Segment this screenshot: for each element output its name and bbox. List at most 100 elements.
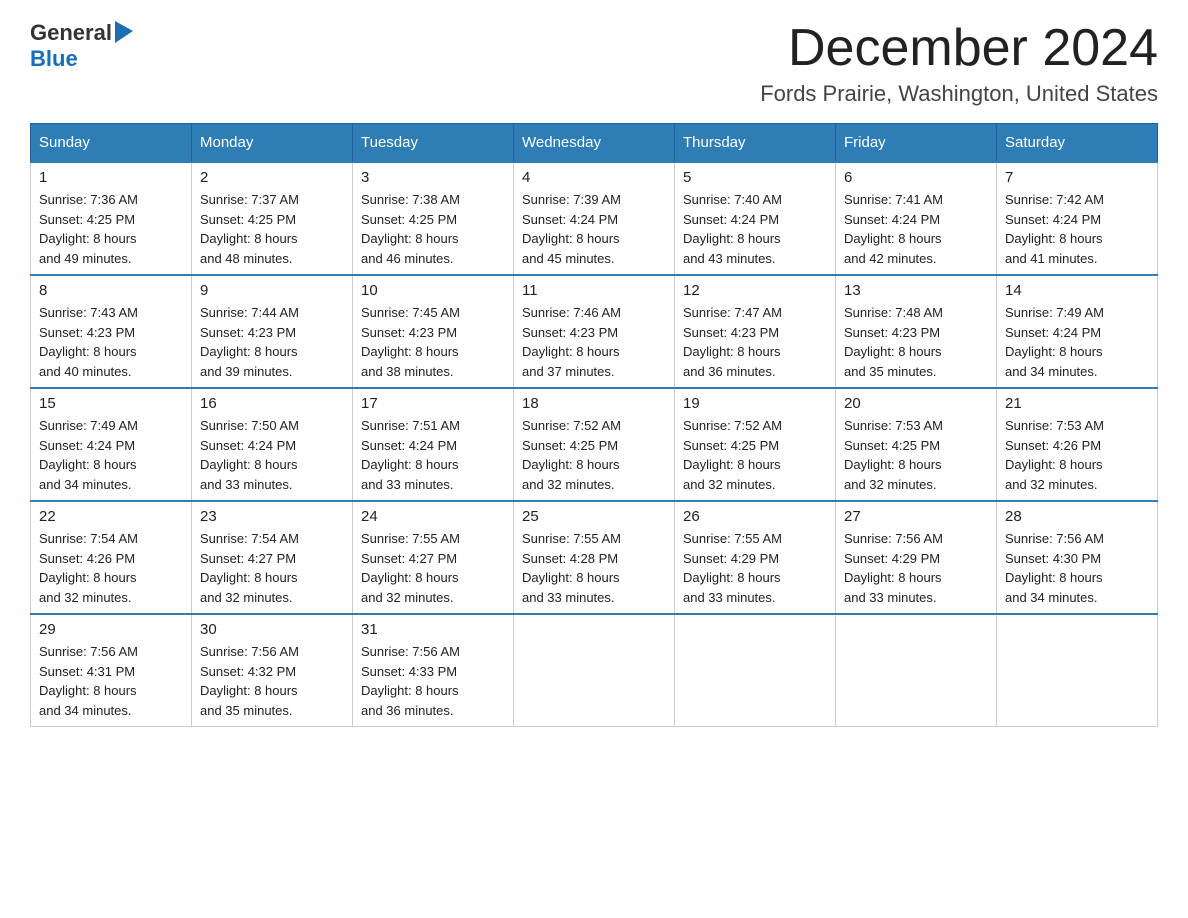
day-info: Sunrise: 7:39 AM Sunset: 4:24 PM Dayligh… — [522, 190, 666, 268]
day-info: Sunrise: 7:56 AM Sunset: 4:32 PM Dayligh… — [200, 642, 344, 720]
day-info: Sunrise: 7:42 AM Sunset: 4:24 PM Dayligh… — [1005, 190, 1149, 268]
calendar-cell: 11 Sunrise: 7:46 AM Sunset: 4:23 PM Dayl… — [514, 275, 675, 388]
weekday-header-friday: Friday — [836, 124, 997, 163]
calendar-cell: 9 Sunrise: 7:44 AM Sunset: 4:23 PM Dayli… — [192, 275, 353, 388]
calendar-cell: 21 Sunrise: 7:53 AM Sunset: 4:26 PM Dayl… — [997, 388, 1158, 501]
day-info: Sunrise: 7:51 AM Sunset: 4:24 PM Dayligh… — [361, 416, 505, 494]
day-number: 24 — [361, 508, 505, 525]
day-info: Sunrise: 7:38 AM Sunset: 4:25 PM Dayligh… — [361, 190, 505, 268]
calendar-cell: 23 Sunrise: 7:54 AM Sunset: 4:27 PM Dayl… — [192, 501, 353, 614]
day-number: 30 — [200, 621, 344, 638]
day-number: 21 — [1005, 395, 1149, 412]
title-area: December 2024 Fords Prairie, Washington,… — [760, 20, 1158, 107]
weekday-header-tuesday: Tuesday — [353, 124, 514, 163]
day-info: Sunrise: 7:52 AM Sunset: 4:25 PM Dayligh… — [683, 416, 827, 494]
calendar-cell: 19 Sunrise: 7:52 AM Sunset: 4:25 PM Dayl… — [675, 388, 836, 501]
day-number: 5 — [683, 169, 827, 186]
week-row-5: 29 Sunrise: 7:56 AM Sunset: 4:31 PM Dayl… — [31, 614, 1158, 727]
logo-general: General — [30, 20, 112, 46]
calendar-cell: 16 Sunrise: 7:50 AM Sunset: 4:24 PM Dayl… — [192, 388, 353, 501]
weekday-header-monday: Monday — [192, 124, 353, 163]
day-number: 13 — [844, 282, 988, 299]
calendar-cell: 20 Sunrise: 7:53 AM Sunset: 4:25 PM Dayl… — [836, 388, 997, 501]
day-info: Sunrise: 7:48 AM Sunset: 4:23 PM Dayligh… — [844, 303, 988, 381]
calendar-cell: 24 Sunrise: 7:55 AM Sunset: 4:27 PM Dayl… — [353, 501, 514, 614]
calendar-cell: 18 Sunrise: 7:52 AM Sunset: 4:25 PM Dayl… — [514, 388, 675, 501]
calendar-cell: 6 Sunrise: 7:41 AM Sunset: 4:24 PM Dayli… — [836, 162, 997, 275]
day-number: 26 — [683, 508, 827, 525]
day-info: Sunrise: 7:41 AM Sunset: 4:24 PM Dayligh… — [844, 190, 988, 268]
calendar-cell: 17 Sunrise: 7:51 AM Sunset: 4:24 PM Dayl… — [353, 388, 514, 501]
calendar-cell: 7 Sunrise: 7:42 AM Sunset: 4:24 PM Dayli… — [997, 162, 1158, 275]
day-info: Sunrise: 7:56 AM Sunset: 4:30 PM Dayligh… — [1005, 529, 1149, 607]
day-number: 18 — [522, 395, 666, 412]
day-number: 7 — [1005, 169, 1149, 186]
day-number: 10 — [361, 282, 505, 299]
calendar-cell: 10 Sunrise: 7:45 AM Sunset: 4:23 PM Dayl… — [353, 275, 514, 388]
day-number: 29 — [39, 621, 183, 638]
calendar-cell: 15 Sunrise: 7:49 AM Sunset: 4:24 PM Dayl… — [31, 388, 192, 501]
day-info: Sunrise: 7:56 AM Sunset: 4:33 PM Dayligh… — [361, 642, 505, 720]
day-number: 22 — [39, 508, 183, 525]
day-number: 6 — [844, 169, 988, 186]
day-number: 12 — [683, 282, 827, 299]
calendar-cell: 27 Sunrise: 7:56 AM Sunset: 4:29 PM Dayl… — [836, 501, 997, 614]
day-info: Sunrise: 7:55 AM Sunset: 4:29 PM Dayligh… — [683, 529, 827, 607]
day-info: Sunrise: 7:47 AM Sunset: 4:23 PM Dayligh… — [683, 303, 827, 381]
day-number: 4 — [522, 169, 666, 186]
month-title: December 2024 — [760, 20, 1158, 77]
calendar-cell: 26 Sunrise: 7:55 AM Sunset: 4:29 PM Dayl… — [675, 501, 836, 614]
calendar-cell: 2 Sunrise: 7:37 AM Sunset: 4:25 PM Dayli… — [192, 162, 353, 275]
weekday-header-saturday: Saturday — [997, 124, 1158, 163]
day-info: Sunrise: 7:49 AM Sunset: 4:24 PM Dayligh… — [1005, 303, 1149, 381]
day-number: 3 — [361, 169, 505, 186]
calendar-cell: 30 Sunrise: 7:56 AM Sunset: 4:32 PM Dayl… — [192, 614, 353, 727]
header: General Blue December 2024 Fords Prairie… — [30, 20, 1158, 107]
day-info: Sunrise: 7:53 AM Sunset: 4:25 PM Dayligh… — [844, 416, 988, 494]
day-info: Sunrise: 7:40 AM Sunset: 4:24 PM Dayligh… — [683, 190, 827, 268]
week-row-1: 1 Sunrise: 7:36 AM Sunset: 4:25 PM Dayli… — [31, 162, 1158, 275]
weekday-header-row: SundayMondayTuesdayWednesdayThursdayFrid… — [31, 124, 1158, 163]
day-number: 11 — [522, 282, 666, 299]
day-info: Sunrise: 7:54 AM Sunset: 4:26 PM Dayligh… — [39, 529, 183, 607]
calendar-cell — [836, 614, 997, 727]
day-number: 23 — [200, 508, 344, 525]
calendar-cell — [514, 614, 675, 727]
day-number: 2 — [200, 169, 344, 186]
calendar-cell: 12 Sunrise: 7:47 AM Sunset: 4:23 PM Dayl… — [675, 275, 836, 388]
day-info: Sunrise: 7:53 AM Sunset: 4:26 PM Dayligh… — [1005, 416, 1149, 494]
day-info: Sunrise: 7:49 AM Sunset: 4:24 PM Dayligh… — [39, 416, 183, 494]
day-info: Sunrise: 7:50 AM Sunset: 4:24 PM Dayligh… — [200, 416, 344, 494]
calendar-cell: 25 Sunrise: 7:55 AM Sunset: 4:28 PM Dayl… — [514, 501, 675, 614]
day-info: Sunrise: 7:44 AM Sunset: 4:23 PM Dayligh… — [200, 303, 344, 381]
day-info: Sunrise: 7:55 AM Sunset: 4:27 PM Dayligh… — [361, 529, 505, 607]
day-info: Sunrise: 7:54 AM Sunset: 4:27 PM Dayligh… — [200, 529, 344, 607]
location-title: Fords Prairie, Washington, United States — [760, 81, 1158, 107]
calendar-cell: 5 Sunrise: 7:40 AM Sunset: 4:24 PM Dayli… — [675, 162, 836, 275]
day-info: Sunrise: 7:52 AM Sunset: 4:25 PM Dayligh… — [522, 416, 666, 494]
day-info: Sunrise: 7:56 AM Sunset: 4:31 PM Dayligh… — [39, 642, 183, 720]
calendar-cell: 4 Sunrise: 7:39 AM Sunset: 4:24 PM Dayli… — [514, 162, 675, 275]
day-number: 17 — [361, 395, 505, 412]
day-info: Sunrise: 7:55 AM Sunset: 4:28 PM Dayligh… — [522, 529, 666, 607]
weekday-header-thursday: Thursday — [675, 124, 836, 163]
logo: General Blue — [30, 20, 133, 72]
calendar-cell: 8 Sunrise: 7:43 AM Sunset: 4:23 PM Dayli… — [31, 275, 192, 388]
day-info: Sunrise: 7:37 AM Sunset: 4:25 PM Dayligh… — [200, 190, 344, 268]
day-number: 16 — [200, 395, 344, 412]
weekday-header-wednesday: Wednesday — [514, 124, 675, 163]
day-number: 20 — [844, 395, 988, 412]
calendar-cell: 13 Sunrise: 7:48 AM Sunset: 4:23 PM Dayl… — [836, 275, 997, 388]
day-info: Sunrise: 7:46 AM Sunset: 4:23 PM Dayligh… — [522, 303, 666, 381]
day-number: 8 — [39, 282, 183, 299]
calendar-cell: 3 Sunrise: 7:38 AM Sunset: 4:25 PM Dayli… — [353, 162, 514, 275]
calendar-cell: 22 Sunrise: 7:54 AM Sunset: 4:26 PM Dayl… — [31, 501, 192, 614]
calendar-table: SundayMondayTuesdayWednesdayThursdayFrid… — [30, 123, 1158, 727]
day-info: Sunrise: 7:45 AM Sunset: 4:23 PM Dayligh… — [361, 303, 505, 381]
day-number: 28 — [1005, 508, 1149, 525]
weekday-header-sunday: Sunday — [31, 124, 192, 163]
calendar-cell: 14 Sunrise: 7:49 AM Sunset: 4:24 PM Dayl… — [997, 275, 1158, 388]
calendar-cell: 28 Sunrise: 7:56 AM Sunset: 4:30 PM Dayl… — [997, 501, 1158, 614]
week-row-2: 8 Sunrise: 7:43 AM Sunset: 4:23 PM Dayli… — [31, 275, 1158, 388]
day-number: 27 — [844, 508, 988, 525]
